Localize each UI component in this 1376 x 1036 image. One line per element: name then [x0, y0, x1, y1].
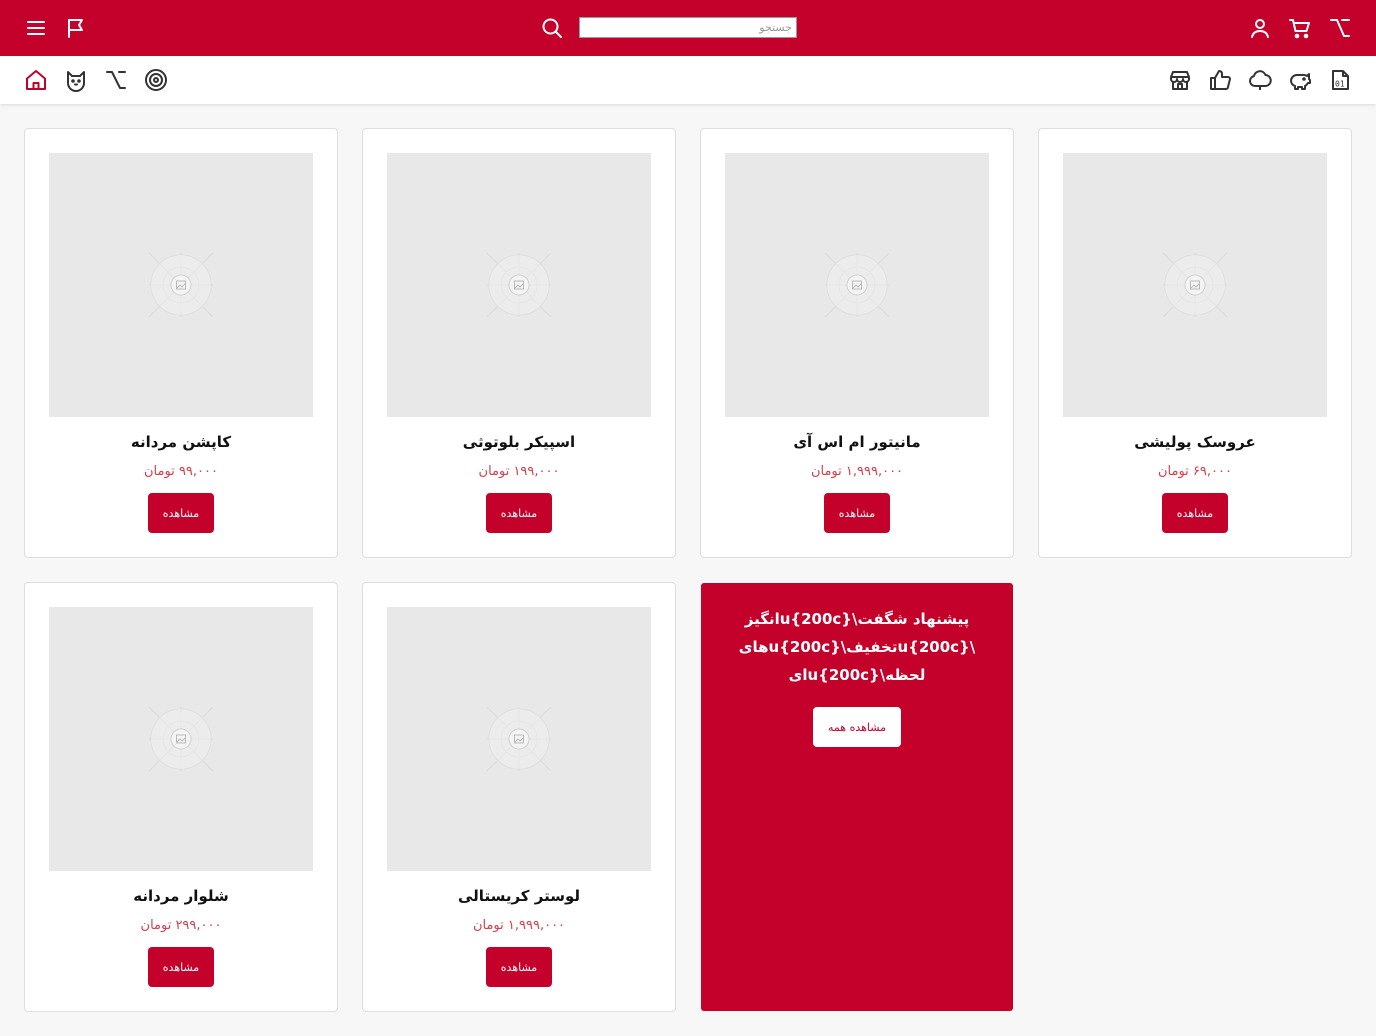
cart-icon[interactable] [1288, 16, 1312, 40]
product-price: ۹۹,۰۰۰ تومان [144, 464, 218, 479]
product-title[interactable]: کاپشن مردانه [25, 433, 337, 451]
home-icon[interactable] [24, 68, 48, 92]
product-title[interactable]: لوستر کریستالی [363, 887, 675, 905]
product-title[interactable]: شلوار مردانه [25, 887, 337, 905]
product-title[interactable]: اسپیکر بلوتوثی [363, 433, 675, 451]
cat-icon[interactable] [64, 68, 88, 92]
product-card[interactable]: کاپشن مردانه ۹۹,۰۰۰ تومان مشاهده [24, 128, 338, 558]
view-button[interactable]: مشاهده [824, 493, 890, 533]
product-card[interactable]: شلوار مردانه ۲۹۹,۰۰۰ تومان مشاهده [24, 582, 338, 1012]
product-price: ۱۹۹,۰۰۰ تومان [478, 464, 560, 479]
product-title[interactable]: عروسک پولیشی [1039, 433, 1351, 451]
thumbs-up-icon[interactable] [1208, 68, 1232, 92]
product-image[interactable] [387, 153, 651, 417]
product-image[interactable] [387, 607, 651, 871]
product-image[interactable] [49, 607, 313, 871]
view-button[interactable]: مشاهده [1162, 493, 1228, 533]
view-button[interactable]: مشاهده [148, 493, 214, 533]
option-icon[interactable] [1328, 16, 1352, 40]
image-placeholder-icon [148, 252, 214, 318]
product-card[interactable]: مانیتور ام اس آی ۱,۹۹۹,۰۰۰ تومان مشاهده [700, 128, 1014, 558]
product-card[interactable]: لوستر کریستالی ۱,۹۹۹,۰۰۰ تومان مشاهده [362, 582, 676, 1012]
view-button[interactable]: مشاهده [486, 493, 552, 533]
image-placeholder-icon [148, 706, 214, 772]
view-button[interactable]: مشاهده [486, 947, 552, 987]
svg-text:01: 01 [1335, 80, 1345, 89]
product-price: ۶۹,۰۰۰ تومان [1158, 464, 1232, 479]
product-price: ۲۹۹,۰۰۰ تومان [140, 918, 222, 933]
promo-title: پیشنهاد شگفت\u{200c}انگیز \u{200c}تخفیف\… [738, 610, 976, 684]
product-image[interactable] [49, 153, 313, 417]
flag-icon[interactable] [64, 16, 88, 40]
category-bar: 01 [0, 56, 1376, 104]
option-icon[interactable] [104, 68, 128, 92]
top-bar [0, 0, 1376, 56]
image-placeholder-icon [486, 706, 552, 772]
view-button[interactable]: مشاهده [148, 947, 214, 987]
product-title[interactable]: مانیتور ام اس آی [701, 433, 1013, 451]
image-placeholder-icon [486, 252, 552, 318]
menu-icon[interactable] [24, 16, 48, 40]
product-price: ۱,۹۹۹,۰۰۰ تومان [810, 464, 904, 479]
user-icon[interactable] [1248, 16, 1272, 40]
product-card[interactable]: اسپیکر بلوتوثی ۱۹۹,۰۰۰ تومان مشاهده [362, 128, 676, 558]
image-placeholder-icon [1162, 252, 1228, 318]
search-input[interactable] [580, 18, 796, 37]
view-all-button[interactable]: مشاهده همه [813, 707, 901, 747]
image-placeholder-icon [824, 252, 890, 318]
promo-card: پیشنهاد شگفت\u{200c}انگیز \u{200c}تخفیف\… [701, 583, 1013, 1011]
piggy-bank-icon[interactable] [1288, 68, 1312, 92]
product-image[interactable] [1063, 153, 1327, 417]
target-icon[interactable] [144, 68, 168, 92]
store-icon[interactable] [1168, 68, 1192, 92]
search-icon[interactable] [540, 16, 564, 40]
search-field [579, 17, 797, 38]
product-card[interactable]: عروسک پولیشی ۶۹,۰۰۰ تومان مشاهده [1038, 128, 1352, 558]
product-price: ۱,۹۹۹,۰۰۰ تومان [472, 918, 566, 933]
binary-file-icon[interactable]: 01 [1328, 68, 1352, 92]
product-image[interactable] [725, 153, 989, 417]
cloud-icon[interactable] [1248, 68, 1272, 92]
